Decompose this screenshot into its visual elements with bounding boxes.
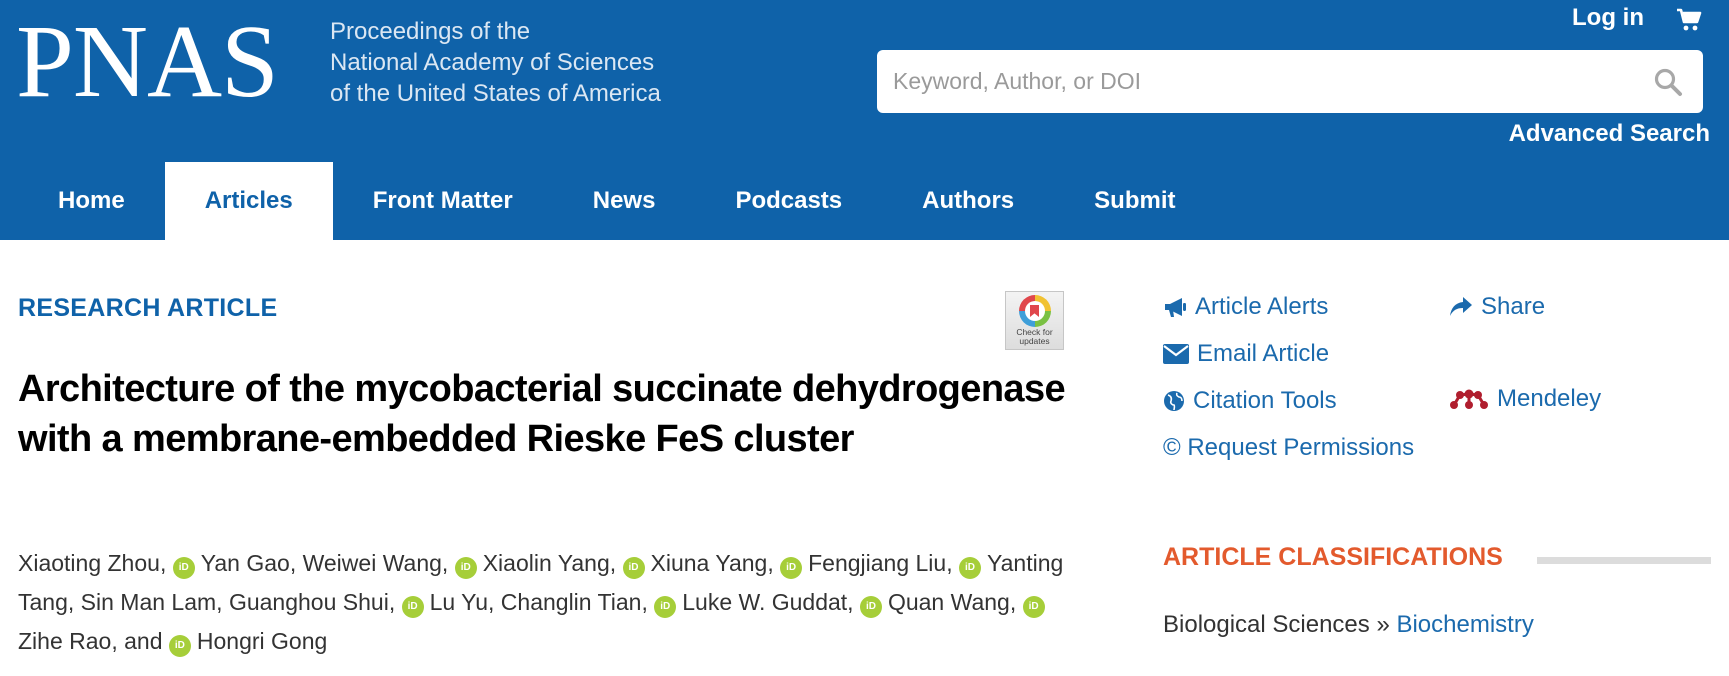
mendeley-icon	[1450, 389, 1488, 409]
author-name[interactable]: Weiwei Wang	[303, 550, 442, 576]
author-name[interactable]: Zihe Rao	[18, 628, 111, 654]
article-alerts-label: Article Alerts	[1195, 293, 1329, 320]
author-name[interactable]: Xiaolin Yang	[483, 550, 610, 576]
author-name[interactable]: Changlin Tian	[501, 589, 642, 615]
citation-tools-link[interactable]: Citation Tools	[1163, 387, 1337, 415]
orcid-icon[interactable]: iD	[1022, 596, 1045, 618]
request-permissions-link[interactable]: © Request Permissions	[1163, 434, 1414, 462]
email-article-label: Email Article	[1197, 340, 1330, 367]
nav-podcasts[interactable]: Podcasts	[695, 162, 882, 240]
citation-tools-label: Citation Tools	[1193, 387, 1337, 414]
classification-subcategory-link[interactable]: Biochemistry	[1396, 611, 1533, 638]
nav-front-matter[interactable]: Front Matter	[333, 162, 553, 240]
nav-authors[interactable]: Authors	[882, 162, 1054, 240]
article-type-label: RESEARCH ARTICLE	[18, 294, 278, 322]
author-name[interactable]: Lu Yu	[430, 589, 488, 615]
search-box	[877, 50, 1703, 113]
section-divider	[1537, 557, 1711, 564]
tagline-line: Proceedings of the	[330, 18, 531, 45]
orcid-icon[interactable]: iD	[454, 557, 477, 579]
journal-tagline: Proceedings of the National Academy of S…	[330, 16, 661, 109]
orcid-icon[interactable]: iD	[622, 557, 645, 579]
author-name[interactable]: Guanghou Shui	[229, 589, 389, 615]
author-name[interactable]: Hongri Gong	[197, 628, 327, 654]
site-header: PNAS Proceedings of the National Academy…	[0, 0, 1729, 240]
author-name[interactable]: Xiuna Yang	[651, 550, 768, 576]
orcid-icon[interactable]: iD	[172, 557, 195, 579]
classification-category: Biological Sciences	[1163, 611, 1370, 638]
nav-articles[interactable]: Articles	[164, 162, 333, 240]
check-for-updates-badge[interactable]: Check for updates	[1005, 291, 1064, 350]
nav-news[interactable]: News	[553, 162, 696, 240]
orcid-icon[interactable]: iD	[401, 596, 424, 618]
article-alerts-link[interactable]: Article Alerts	[1163, 293, 1328, 321]
author-name[interactable]: Quan Wang	[888, 589, 1010, 615]
share-label: Share	[1481, 293, 1546, 320]
share-link[interactable]: Share	[1449, 293, 1545, 321]
badge-label: Check for updates	[1006, 328, 1063, 346]
orcid-icon[interactable]: iD	[168, 635, 191, 657]
envelope-icon	[1163, 344, 1189, 364]
author-name[interactable]: Yan Gao	[201, 550, 290, 576]
nav-home[interactable]: Home	[18, 162, 165, 240]
email-article-link[interactable]: Email Article	[1163, 340, 1329, 368]
search-input[interactable]	[893, 50, 1633, 113]
classification-separator: »	[1369, 611, 1397, 638]
share-arrow-icon	[1450, 297, 1472, 316]
tagline-line: National Academy of Sciences	[330, 49, 655, 76]
mendeley-label: Mendeley	[1497, 385, 1602, 412]
main-nav: Home Articles Front Matter News Podcasts…	[18, 162, 1215, 240]
crossmark-icon	[1018, 295, 1051, 327]
nav-submit[interactable]: Submit	[1054, 162, 1215, 240]
author-name[interactable]: Fengjiang Liu	[808, 550, 946, 576]
orcid-icon[interactable]: iD	[780, 557, 803, 579]
megaphone-icon	[1165, 298, 1186, 317]
badge-line: updates	[1019, 336, 1050, 346]
orcid-icon[interactable]: iD	[959, 557, 981, 579]
author-name[interactable]: Xiaoting Zhou	[18, 550, 160, 576]
pnas-logo[interactable]: PNAS	[16, 10, 279, 114]
cart-icon[interactable]	[1676, 8, 1702, 32]
author-name[interactable]: Sin Man Lam	[81, 589, 217, 615]
advanced-search-link[interactable]: Advanced Search	[1509, 120, 1710, 148]
author-name[interactable]: Luke W. Guddat	[682, 589, 847, 615]
login-link[interactable]: Log in	[1572, 4, 1644, 32]
author-list: Xiaoting Zhou, iD Yan Gao, Weiwei Wang, i…	[18, 544, 1078, 661]
globe-icon	[1164, 391, 1184, 411]
mendeley-link[interactable]: Mendeley	[1449, 385, 1601, 413]
tagline-line: of the United States of America	[330, 80, 661, 107]
article-title: Architecture of the mycobacterial succin…	[18, 368, 1066, 460]
orcid-icon[interactable]: iD	[654, 596, 677, 618]
orcid-icon[interactable]: iD	[859, 596, 882, 618]
classification-row: Biological Sciences » Biochemistry	[1163, 611, 1534, 639]
article-classifications-heading: ARTICLE CLASSIFICATIONS	[1163, 543, 1503, 571]
search-icon[interactable]	[1653, 67, 1683, 97]
